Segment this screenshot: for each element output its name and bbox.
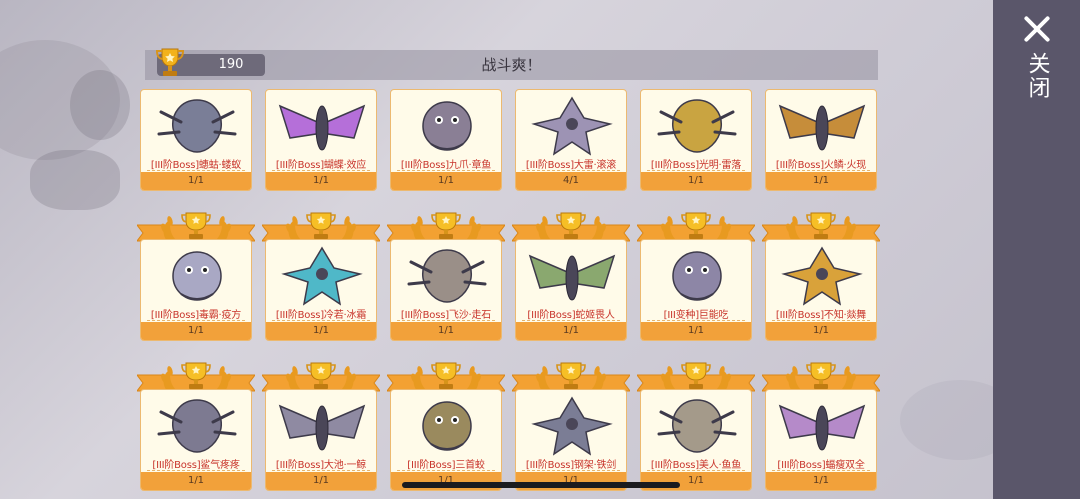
close-icon[interactable]: [1022, 14, 1052, 44]
kill-count: 1/1: [266, 472, 376, 490]
boss-name: [III变种]巨能吃: [663, 310, 729, 321]
boss-card[interactable]: [III阶Boss]毒霸·疫方 1/1: [140, 239, 252, 341]
boss-card[interactable]: [III阶Boss]不知·燚舞 1/1: [765, 239, 877, 341]
boss-card[interactable]: [III阶Boss]大雷·滚滚 4/1: [515, 89, 627, 191]
boss-card[interactable]: [III阶Boss]九爪·章鱼 1/1: [390, 89, 502, 191]
boss-name: [III阶Boss]冷若·冰霜: [275, 310, 367, 321]
boss-card[interactable]: [III阶Boss]钢架·铁剑 1/1: [515, 389, 627, 491]
boss-portrait-icon: [657, 99, 737, 153]
kill-count: 1/1: [641, 172, 751, 190]
boss-card[interactable]: [III阶Boss]蟪蛄·蝼蚁 1/1: [140, 89, 252, 191]
background-map-decoration: [30, 150, 120, 210]
background-map-decoration: [70, 70, 130, 140]
boss-card[interactable]: [III阶Boss]蝴蝶·效应 1/1: [265, 89, 377, 191]
boss-name: [III阶Boss]光明·雷落: [650, 160, 742, 171]
kill-count: 1/1: [766, 172, 876, 190]
collection-header: 190 战斗爽！: [145, 48, 878, 80]
boss-name: [III阶Boss]鲨气疼疼: [152, 460, 240, 471]
boss-portrait-icon: [278, 104, 366, 151]
boss-name: [III阶Boss]不知·燚舞: [775, 310, 867, 321]
boss-portrait-icon: [172, 251, 222, 301]
boss-card[interactable]: [III阶Boss]飞沙·走石 1/1: [390, 239, 502, 341]
boss-collection-grid: [III阶Boss]蟪蛄·蝼蚁 1/1 [III阶Boss]蝴蝶·效应 1/1 [I…: [137, 86, 882, 499]
boss-name: [III阶Boss]飞沙·走石: [400, 310, 492, 321]
boss-portrait-icon: [531, 96, 613, 156]
home-indicator[interactable]: [402, 482, 680, 488]
boss-portrait-icon: [422, 401, 472, 451]
boss-card[interactable]: [III阶Boss]光明·雷落 1/1: [640, 89, 752, 191]
boss-card[interactable]: [III阶Boss]美人·鱼鱼 1/1: [640, 389, 752, 491]
boss-name: [III阶Boss]大雷·滚滚: [525, 160, 617, 171]
boss-portrait-icon: [528, 254, 616, 301]
boss-portrait-icon: [778, 104, 866, 151]
boss-portrait-icon: [778, 404, 866, 451]
boss-name: [III阶Boss]毒霸·疫方: [150, 310, 242, 321]
kill-count: 1/1: [516, 322, 626, 340]
boss-card[interactable]: [III阶Boss]火鳞·火现 1/1: [765, 89, 877, 191]
boss-portrait-icon: [781, 246, 863, 306]
boss-portrait-icon: [657, 399, 737, 453]
boss-card[interactable]: [III阶Boss]蛇姬畏人 1/1: [515, 239, 627, 341]
boss-portrait-icon: [157, 399, 237, 453]
kill-count: 1/1: [391, 172, 501, 190]
boss-name: [III阶Boss]蟪蛄·蝼蚁: [150, 160, 242, 171]
boss-name: [III阶Boss]火鳞·火现: [775, 160, 867, 171]
kill-count: 1/1: [266, 172, 376, 190]
kill-count: 1/1: [641, 322, 751, 340]
boss-portrait-icon: [531, 396, 613, 456]
boss-name: [III阶Boss]蝠瘦双全: [777, 460, 865, 471]
boss-name: [III阶Boss]蛇姬畏人: [527, 310, 615, 321]
kill-count: 1/1: [141, 472, 251, 490]
boss-name: [III阶Boss]蝴蝶·效应: [275, 160, 367, 171]
boss-card[interactable]: [III阶Boss]鲨气疼疼 1/1: [140, 389, 252, 491]
boss-name: [III阶Boss]三首蛟: [407, 460, 485, 471]
boss-portrait-icon: [157, 99, 237, 153]
kill-count: 1/1: [766, 472, 876, 490]
boss-portrait-icon: [407, 249, 487, 303]
kill-count: 4/1: [516, 172, 626, 190]
boss-portrait-icon: [281, 246, 363, 306]
close-label[interactable]: 关闭: [1021, 52, 1053, 100]
boss-portrait-icon: [422, 101, 472, 151]
kill-count: 1/1: [266, 322, 376, 340]
kill-count: 1/1: [141, 322, 251, 340]
kill-count: 1/1: [141, 172, 251, 190]
boss-card[interactable]: [III阶Boss]冷若·冰霜 1/1: [265, 239, 377, 341]
close-panel[interactable]: 关闭: [993, 0, 1080, 499]
boss-name: [III阶Boss]美人·鱼鱼: [650, 460, 742, 471]
boss-name: [III阶Boss]大池·一鲸: [275, 460, 367, 471]
boss-card[interactable]: [III变种]巨能吃 1/1: [640, 239, 752, 341]
boss-portrait-icon: [672, 251, 722, 301]
boss-card[interactable]: [III阶Boss]三首蛟 1/1: [390, 389, 502, 491]
page-title: 战斗爽！: [481, 56, 542, 74]
kill-count: 1/1: [391, 322, 501, 340]
boss-name: [III阶Boss]九爪·章鱼: [400, 160, 492, 171]
boss-card[interactable]: [III阶Boss]蝠瘦双全 1/1: [765, 389, 877, 491]
kill-count: 1/1: [766, 322, 876, 340]
boss-portrait-icon: [278, 404, 366, 451]
boss-name: [III阶Boss]钢架·铁剑: [525, 460, 617, 471]
boss-card[interactable]: [III阶Boss]大池·一鲸 1/1: [265, 389, 377, 491]
